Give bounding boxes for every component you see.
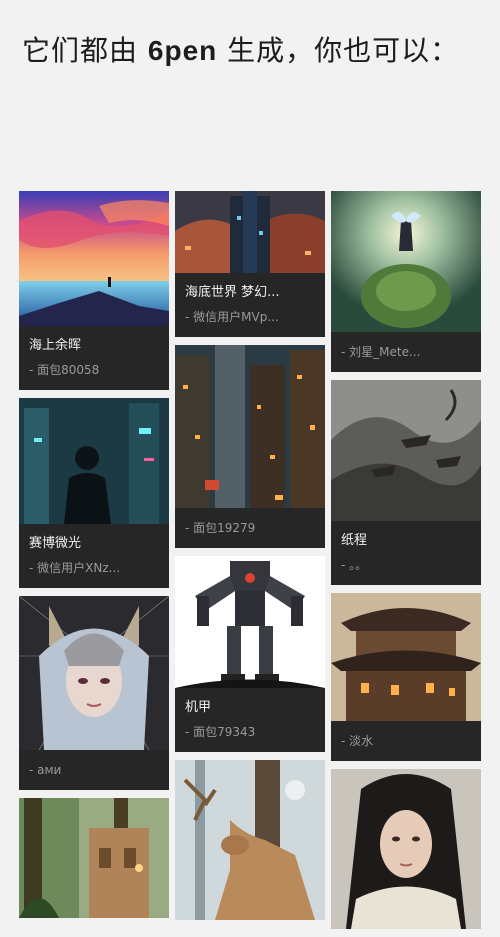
card-title: 纸程: [341, 533, 368, 548]
gallery-card[interactable]: - ами: [19, 596, 169, 790]
steampunk-city-image: [175, 345, 325, 508]
fairy-planet-image: [331, 191, 481, 332]
gallery-card[interactable]: 海上余晖 - 面包80058: [19, 191, 169, 390]
gallery-column-3: - 刘星_Mete... 纸程 - 。。 - 淡水: [331, 191, 481, 937]
gallery-card[interactable]: - 面包19279: [175, 345, 325, 548]
card-author: - ами: [29, 763, 62, 777]
sunset-sea-image: [19, 191, 169, 326]
gallery-column-2: 海底世界 梦幻... - 微信用户MVp... - 面包19279 机甲 - 面…: [175, 191, 325, 928]
card-author: - 面包80058: [29, 363, 100, 377]
hooded-woman-portrait-image: [331, 769, 481, 929]
deer-forest-image: [175, 760, 325, 920]
card-author: - 淡水: [341, 734, 374, 748]
heading-prefix: 它们都由: [22, 34, 148, 67]
card-title: 赛博微光: [29, 536, 82, 551]
card-author: - 。。: [341, 558, 368, 572]
heading-brand: 6pen: [147, 35, 218, 66]
card-title: 海底世界 梦幻...: [185, 285, 280, 300]
chinese-palace-image: [331, 593, 481, 721]
gallery-card[interactable]: 机甲 - 面包79343: [175, 556, 325, 752]
gallery-card[interactable]: [19, 798, 169, 918]
gallery-card[interactable]: 纸程 - 。。: [331, 380, 481, 585]
card-title: 机甲: [185, 700, 212, 715]
gallery-card[interactable]: - 淡水: [331, 593, 481, 761]
heading-suffix: 生成，你也可以：: [217, 34, 460, 67]
gallery-column-1: 海上余晖 - 面包80058 赛博微光 - 微信用户XNz... - ами: [19, 191, 169, 926]
gallery-card[interactable]: 海底世界 梦幻... - 微信用户MVp...: [175, 191, 325, 337]
card-author: - 面包19279: [185, 521, 256, 535]
gallery-card[interactable]: [331, 769, 481, 929]
card-author: - 微信用户MVp...: [185, 310, 279, 324]
gallery-card[interactable]: [175, 760, 325, 920]
card-author: - 面包79343: [185, 725, 256, 739]
gallery-card[interactable]: 赛博微光 - 微信用户XNz...: [19, 398, 169, 588]
card-author: - 微信用户XNz...: [29, 561, 121, 575]
jungle-ruins-image: [19, 798, 169, 918]
mech-robot-image: [175, 556, 325, 688]
page-heading: 它们都由 6pen 生成，你也可以：: [22, 28, 462, 74]
gallery-card[interactable]: - 刘星_Mete...: [331, 191, 481, 372]
card-title: 海上余晖: [29, 338, 82, 353]
cyber-soldier-image: [19, 398, 169, 524]
silver-masked-girl-image: [19, 596, 169, 750]
underwater-city-image: [175, 191, 325, 273]
card-author: - 刘星_Mete...: [341, 345, 421, 359]
ink-mountain-temple-image: [331, 380, 481, 521]
